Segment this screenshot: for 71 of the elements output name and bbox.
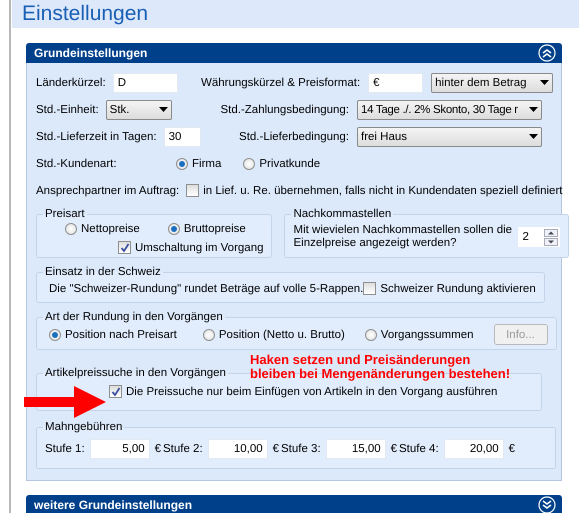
dropdown[interactable]: hinter dem Betrag [431, 72, 554, 92]
radio-button[interactable] [243, 158, 256, 170]
field-label: Std.-Einheit: [36, 104, 99, 116]
input-field[interactable]: 30 [164, 126, 201, 146]
field-label: Stufe 4: [399, 443, 439, 455]
checkbox[interactable] [109, 385, 122, 398]
option-label[interactable]: Firma [192, 158, 222, 170]
caret-icon [158, 107, 168, 112]
field-label: Stufe 3: [281, 443, 321, 455]
field-label: Std.-Lieferzeit in Tagen: [36, 130, 157, 142]
radio-button[interactable] [168, 223, 180, 235]
checkmark-icon [120, 242, 130, 252]
caret-icon [529, 107, 538, 112]
checkbox-label[interactable]: Schweizer Rundung aktivieren [380, 282, 536, 294]
page-title: Einstellungen [22, 2, 148, 26]
description-text: Die "Schweizer-Rundung" rundet Beträge auf volle 5-Rappen. [49, 282, 364, 294]
option-label[interactable]: Privatkunde [259, 158, 320, 170]
field-label: Stufe 2: [163, 443, 203, 455]
radio-button[interactable] [202, 328, 215, 340]
input-field[interactable]: 10,00 [208, 439, 268, 459]
input-field[interactable]: 5,00 [90, 439, 150, 459]
radio-button[interactable] [176, 158, 188, 170]
panel-header[interactable]: Grundeinstellungen [26, 43, 562, 63]
arrow-icon [24, 384, 106, 420]
dropdown[interactable]: 14 Tage ./. 2% Skonto, 30 Tage r [357, 100, 542, 120]
input-field[interactable]: 15,00 [326, 439, 386, 459]
group-title: Mahngebühren [44, 421, 124, 434]
option-label[interactable]: Position nach Preisart [65, 328, 177, 340]
currency-label: € [390, 443, 398, 455]
field-label: Std.-Kundenart: [36, 158, 117, 170]
dropdown[interactable]: Stk. [106, 100, 172, 120]
group-title: Art der Rundung in den Vorgängen [44, 311, 224, 324]
description-text: Mit wievielen Nachkommastellen sollen die Einzelpreise angezeigt werden? [293, 224, 514, 250]
panel-header[interactable]: weitere Grundeinstellungen [26, 495, 562, 513]
spin-up-icon [544, 228, 558, 236]
currency-label: € [508, 443, 516, 455]
currency-label: € [272, 443, 280, 455]
spin-down-icon [544, 238, 558, 246]
input-field[interactable]: D [112, 72, 178, 92]
checkbox[interactable] [118, 241, 131, 254]
checkmark-icon [110, 386, 120, 396]
group-title: Nachkommastellen [292, 208, 392, 221]
checkbox[interactable] [186, 184, 200, 197]
field-label: Std.-Zahlungsbedingung: [219, 104, 350, 116]
checkbox-label[interactable]: Umschaltung im Vorgang [135, 242, 264, 254]
option-label[interactable]: Bruttopreise [184, 223, 246, 235]
group-title: Preisart [44, 208, 86, 221]
option-label[interactable]: Position (Netto u. Brutto) [218, 328, 345, 340]
number-spinner[interactable]: 2 [518, 227, 560, 247]
checkbox-label[interactable]: Die Preissuche nur beim Einfügen von Artikeln in den Vorgang ausführen [126, 386, 498, 398]
radio-button[interactable] [65, 223, 77, 235]
group-title: Artikelpreissuche in den Vorgängen [44, 367, 227, 380]
field-label: Std.-Lieferbedingung: [238, 130, 350, 142]
input-field[interactable]: € [368, 72, 424, 92]
radio-button[interactable] [364, 328, 377, 340]
field-label: Ansprechpartner im Auftrag: [36, 184, 180, 196]
annotation-text: Haken setzen und Preisänderungen bleiben bei Mengenänderungen bestehen! [250, 353, 510, 381]
option-label[interactable]: Vorgangssummen [380, 328, 474, 340]
currency-label: € [154, 443, 162, 455]
input-field[interactable]: 20,00 [444, 439, 504, 459]
checkbox[interactable] [363, 282, 376, 295]
group-title: Einsatz in der Schweiz [44, 266, 162, 279]
field-label: Länderkürzel: [36, 76, 106, 88]
option-label[interactable]: Nettopreise [81, 223, 140, 235]
checkbox-label[interactable]: in Lief. u. Re. übernehmen, falls nicht in Kundendaten speziell definiert [203, 184, 562, 196]
radio-button[interactable] [49, 328, 61, 340]
field-label: Währungskürzel & Preisformat: [201, 76, 362, 88]
caret-icon [540, 80, 550, 85]
field-label: Stufe 1: [45, 443, 85, 455]
dropdown[interactable]: frei Haus [357, 126, 542, 146]
caret-icon [529, 134, 538, 139]
